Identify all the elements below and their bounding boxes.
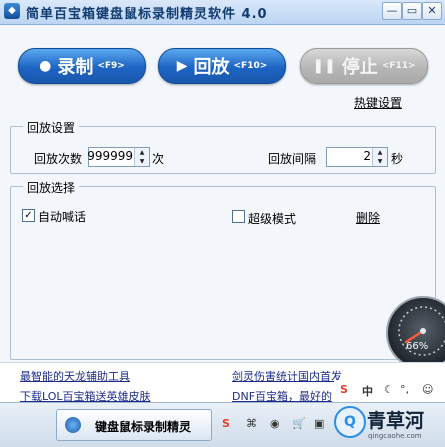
ad-link-2[interactable]: 剑灵伤害统计国内首发 <box>232 368 342 384</box>
gauge-needle-icon <box>398 306 445 356</box>
restore-button[interactable]: ▭ <box>402 2 422 20</box>
play-icon: ▶ <box>176 58 188 74</box>
stop-hotkey: <F11> <box>381 61 416 71</box>
tray-globe-icon[interactable]: ◉ <box>270 417 280 430</box>
replay-interval-value[interactable]: 2 <box>363 149 371 163</box>
minimize-button[interactable]: — <box>382 2 402 20</box>
tray-folder-icon[interactable]: ▣ <box>314 417 324 430</box>
smiley-icon[interactable]: ☺ <box>422 383 433 396</box>
spin-up-icon[interactable]: ▲ <box>373 148 387 157</box>
comma-icon[interactable]: °, <box>400 383 409 396</box>
window-title: 简单百宝箱键盘鼠标录制精灵软件 4.0 <box>26 7 268 22</box>
brand-url: qingcaohe.com <box>368 432 422 440</box>
watermark-brand: Q 青草河 qingcaohe.com <box>334 404 440 444</box>
taskbar-app-label: 键盘鼠标录制精灵 <box>95 420 192 434</box>
replay-count-unit: 次 <box>152 152 165 166</box>
pause-icon: ❚❚ <box>312 58 336 74</box>
super-mode-checkbox[interactable] <box>232 210 245 223</box>
replay-label: 回放 <box>193 57 230 78</box>
record-label: 录制 <box>57 57 94 78</box>
app-task-icon <box>65 417 81 433</box>
spin-up-icon[interactable]: ▲ <box>135 148 149 157</box>
replay-settings-title: 回放设置 <box>23 119 80 136</box>
replay-button[interactable]: ▶ 回放 <F10> <box>158 48 286 84</box>
replay-hotkey: <F10> <box>233 61 268 71</box>
record-hotkey: <F9> <box>97 61 125 71</box>
replay-interval-spinner[interactable]: 2 ▲ ▼ <box>326 147 388 167</box>
delete-link[interactable]: 删除 <box>356 209 380 226</box>
taskbar-app-button[interactable]: 键盘鼠标录制精灵 <box>56 409 212 441</box>
replay-interval-unit: 秒 <box>391 152 404 166</box>
auto-shout-checkbox[interactable]: ✓ <box>22 209 35 222</box>
stop-button[interactable]: ❚❚ 停止 <F11> <box>300 48 428 84</box>
moon-icon[interactable]: ☾ <box>384 383 394 396</box>
brand-name: 青草河 <box>367 410 425 432</box>
hotkey-settings-link[interactable]: 热键设置 <box>354 94 402 111</box>
spin-down-icon[interactable]: ▼ <box>373 157 387 166</box>
app-window: ◆ 简单百宝箱键盘鼠标录制精灵软件 4.0 — ▭ ✕ ● 录制 <F9> ▶ … <box>0 0 445 447</box>
auto-shout-label: 自动喊话 <box>38 210 87 224</box>
brand-logo: Q <box>334 406 366 438</box>
record-button[interactable]: ● 录制 <F9> <box>18 48 146 84</box>
circle-icon: ● <box>39 58 52 74</box>
tray-sogou-icon[interactable]: S <box>222 417 230 430</box>
super-mode-label: 超级模式 <box>248 212 297 226</box>
gauge-percent: 66% <box>406 341 429 352</box>
replay-interval-arrows[interactable]: ▲ ▼ <box>372 148 387 166</box>
app-icon: ◆ <box>4 3 20 19</box>
ime-language[interactable]: 中 <box>362 383 373 399</box>
replay-select-title: 回放选择 <box>23 179 80 196</box>
tray-network-icon[interactable]: ⌘ <box>246 417 257 430</box>
replay-count-arrows[interactable]: ▲ ▼ <box>134 148 149 166</box>
input-method-toolbar: S 中 ☾ °, ☺ <box>334 380 442 400</box>
ad-link-1[interactable]: 最智能的天龙辅助工具 <box>20 368 130 384</box>
replay-count-spinner[interactable]: 999999 ▲ ▼ <box>87 147 150 167</box>
speed-gauge <box>386 296 445 370</box>
stop-label: 停止 <box>341 57 378 78</box>
replay-count-label: 回放次数 <box>34 152 83 166</box>
tray-cart-icon[interactable]: 🛒 <box>292 417 306 430</box>
title-bar[interactable]: ◆ 简单百宝箱键盘鼠标录制精灵软件 4.0 — ▭ ✕ <box>0 0 445 25</box>
close-button[interactable]: ✕ <box>422 2 442 20</box>
sogou-icon[interactable]: S <box>340 383 348 396</box>
replay-count-value[interactable]: 999999 <box>87 149 133 163</box>
replay-interval-label: 回放间隔 <box>268 152 317 166</box>
spin-down-icon[interactable]: ▼ <box>135 157 149 166</box>
